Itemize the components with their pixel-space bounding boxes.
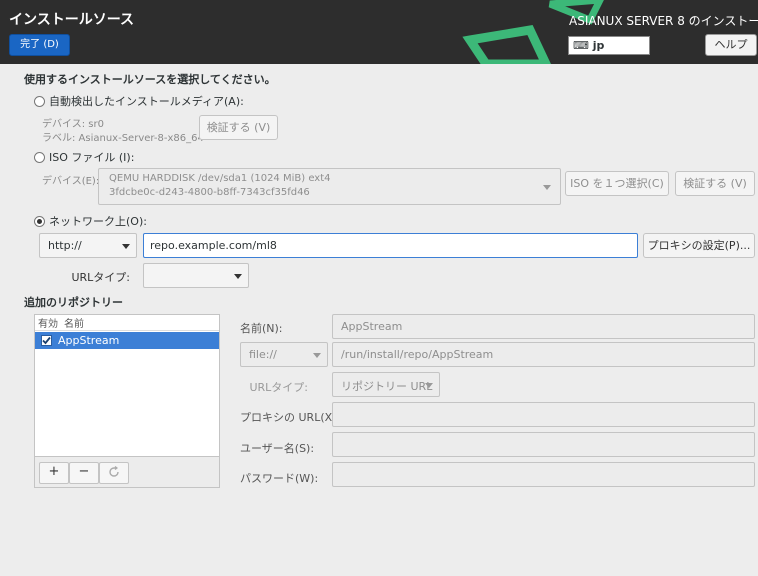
auto-media-radio[interactable]: 自動検出したインストールメディア(A): bbox=[34, 93, 244, 109]
source-prompt: 使用するインストールソースを選択してください。 bbox=[24, 73, 276, 86]
repo-protocol-value: file:// bbox=[249, 348, 277, 361]
repo-list: 有効 名前 AppStream + − bbox=[34, 314, 220, 488]
repo-url-type-select[interactable]: リポジトリー URL bbox=[332, 372, 440, 397]
protocol-value: http:// bbox=[48, 239, 82, 252]
protocol-select[interactable]: http:// bbox=[39, 233, 137, 258]
chevron-down-icon bbox=[313, 353, 321, 358]
iso-radio[interactable]: ISO ファイル (I): bbox=[34, 149, 134, 165]
chevron-down-icon bbox=[425, 383, 433, 388]
url-type-label: URLタイプ: bbox=[71, 271, 130, 284]
add-repo-button[interactable]: + bbox=[39, 462, 69, 484]
chevron-down-icon bbox=[122, 244, 130, 249]
repo-url-value: repo.example.com/ml8 bbox=[150, 239, 277, 252]
repo-list-header: 有効 名前 bbox=[35, 315, 219, 331]
repo-url-field-value: /run/install/repo/AppStream bbox=[341, 348, 494, 361]
proxy-settings-button[interactable]: プロキシの設定(P)... bbox=[643, 233, 755, 258]
refresh-icon bbox=[109, 466, 119, 477]
iso-device-select[interactable]: QEMU HARDDISK /dev/sda1 (1024 MiB) ext4 … bbox=[98, 168, 561, 205]
chevron-down-icon bbox=[234, 274, 242, 279]
repo-list-toolbar: + − bbox=[35, 456, 219, 487]
keyboard-layout-indicator[interactable]: ⌨ jp bbox=[568, 36, 650, 55]
network-radio[interactable]: ネットワーク上(O): bbox=[34, 213, 147, 229]
password-input[interactable] bbox=[332, 462, 755, 487]
done-button[interactable]: 完了 (D) bbox=[9, 34, 70, 56]
auto-media-device: デバイス: sr0 bbox=[42, 119, 104, 130]
username-label: ユーザー名(S): bbox=[240, 442, 315, 455]
radio-indicator bbox=[34, 151, 45, 163]
revert-repo-button[interactable] bbox=[99, 462, 129, 484]
page-title: インストールソース bbox=[9, 12, 135, 28]
iso-label: ISO ファイル (I): bbox=[49, 151, 135, 164]
auto-media-label: 自動検出したインストールメディア(A): bbox=[49, 95, 244, 108]
product-title: ASIANUX SERVER 8 のインストール bbox=[569, 14, 758, 28]
repo-url-input[interactable]: repo.example.com/ml8 bbox=[143, 233, 638, 258]
remove-repo-button[interactable]: − bbox=[69, 462, 99, 484]
list-item[interactable]: AppStream bbox=[35, 332, 219, 349]
column-name[interactable]: 名前 bbox=[64, 315, 84, 330]
keyboard-icon: ⌨ bbox=[573, 39, 589, 52]
username-input[interactable] bbox=[332, 432, 755, 457]
repo-name-input[interactable]: AppStream bbox=[332, 314, 755, 339]
url-type-select[interactable] bbox=[143, 263, 249, 288]
repo-name: AppStream bbox=[58, 334, 120, 347]
network-label: ネットワーク上(O): bbox=[49, 215, 147, 228]
repo-protocol-select[interactable]: file:// bbox=[240, 342, 328, 367]
repo-url-type-value: リポジトリー URL bbox=[341, 380, 433, 393]
iso-choose-button[interactable]: ISO を１つ選択(C) bbox=[565, 171, 669, 196]
repo-name-input-value: AppStream bbox=[341, 320, 403, 333]
repo-name-label: 名前(N): bbox=[240, 322, 283, 335]
keyboard-layout-label: jp bbox=[592, 39, 605, 52]
iso-device-label: デバイス(E): bbox=[42, 176, 100, 187]
radio-indicator bbox=[34, 95, 45, 107]
proxy-url-input[interactable] bbox=[332, 402, 755, 427]
column-enabled[interactable]: 有効 bbox=[38, 315, 58, 330]
chevron-down-icon bbox=[543, 185, 551, 190]
radio-indicator bbox=[34, 215, 45, 227]
repo-url-type-label: URLタイプ: bbox=[249, 381, 308, 394]
iso-device-line2: 3fdcbe0c-d243-4800-b8ff-7343cf35fd46 bbox=[109, 187, 310, 198]
auto-media-volume-label: ラベル: Asianux-Server-8-x86_64 bbox=[42, 133, 204, 144]
help-button[interactable]: ヘルプ bbox=[705, 34, 757, 56]
proxy-url-label: プロキシの URL(X): bbox=[240, 411, 341, 424]
iso-verify-button[interactable]: 検証する (V) bbox=[675, 171, 755, 196]
auto-media-verify-button[interactable]: 検証する (V) bbox=[199, 115, 278, 140]
check-icon bbox=[42, 336, 51, 345]
repo-enabled-checkbox[interactable] bbox=[41, 335, 52, 346]
password-label: パスワード(W): bbox=[240, 472, 319, 485]
repo-url-field[interactable]: /run/install/repo/AppStream bbox=[332, 342, 755, 367]
iso-device-line1: QEMU HARDDISK /dev/sda1 (1024 MiB) ext4 bbox=[109, 173, 331, 184]
repos-section-title: 追加のリポジトリー bbox=[24, 296, 123, 309]
